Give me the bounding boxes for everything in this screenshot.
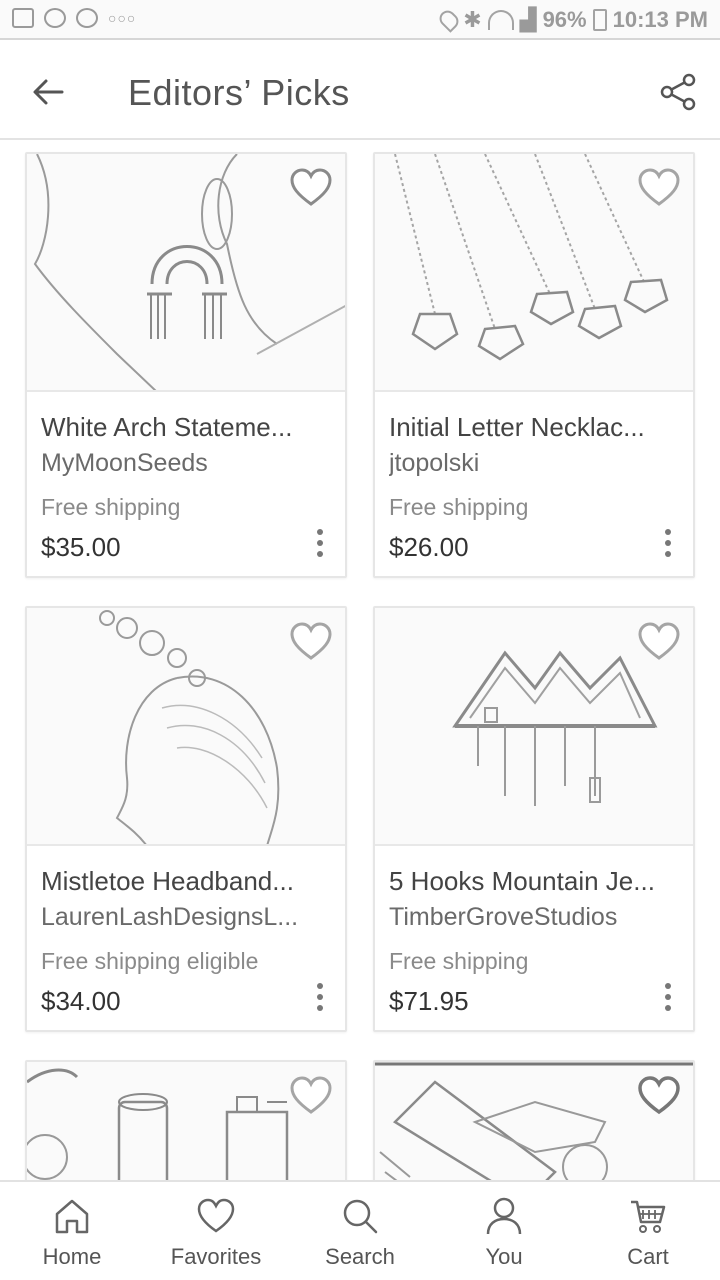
bluetooth-icon: ✱ bbox=[463, 7, 482, 32]
shop-name: TimberGroveStudios bbox=[389, 903, 618, 931]
shop-name: MyMoonSeeds bbox=[41, 449, 208, 477]
listing-info: White Arch Stateme... MyMoonSeeds Free s… bbox=[27, 392, 345, 576]
page-title: Editors’ Picks bbox=[128, 72, 350, 113]
battery-icon bbox=[592, 9, 607, 31]
more-options-icon[interactable] bbox=[315, 528, 325, 558]
more-options-icon[interactable] bbox=[663, 528, 673, 558]
nav-you[interactable]: You bbox=[432, 1182, 576, 1280]
more-options-icon[interactable] bbox=[663, 982, 673, 1012]
favorite-heart-icon[interactable] bbox=[289, 622, 333, 662]
listing-card[interactable]: 5 Hooks Mountain Je... TimberGroveStudio… bbox=[373, 606, 695, 1032]
arrow-left-icon[interactable] bbox=[28, 72, 68, 112]
listing-title: Initial Letter Necklac... bbox=[389, 412, 645, 442]
price: $26.00 bbox=[389, 532, 469, 562]
listing-card[interactable] bbox=[25, 1060, 347, 1180]
nav-favorites-label: Favorites bbox=[170, 1244, 262, 1269]
listing-title: White Arch Stateme... bbox=[41, 412, 293, 442]
clock: 10:13 PM bbox=[612, 7, 708, 32]
location-icon bbox=[436, 7, 462, 33]
search-icon bbox=[343, 1199, 378, 1234]
favorite-heart-icon[interactable] bbox=[289, 168, 333, 208]
notification-icons: ○○○ bbox=[12, 8, 136, 28]
system-icons: ✱ ▟ 96% 10:13 PM bbox=[436, 7, 708, 33]
app-bar: Editors’ Picks bbox=[0, 42, 720, 140]
more-notifications-icon: ○○○ bbox=[108, 10, 137, 26]
headband-image[interactable] bbox=[27, 608, 345, 846]
shop-name: LaurenLashDesignsL... bbox=[41, 903, 299, 931]
signal-icon: ▟ bbox=[519, 7, 537, 32]
shipping-label: Free shipping eligible bbox=[41, 948, 259, 974]
nav-cart-label: Cart bbox=[627, 1244, 669, 1269]
nav-you-label: You bbox=[485, 1244, 523, 1269]
nav-favorites[interactable]: Favorites bbox=[144, 1182, 288, 1280]
nav-search[interactable]: Search bbox=[288, 1182, 432, 1280]
share-icon[interactable] bbox=[658, 72, 698, 112]
heart-icon bbox=[197, 1198, 235, 1233]
listing-card[interactable]: Initial Letter Necklac... jtopolski Free… bbox=[373, 152, 695, 578]
listing-card[interactable]: White Arch Stateme... MyMoonSeeds Free s… bbox=[25, 152, 347, 578]
favorite-heart-icon[interactable] bbox=[289, 1076, 333, 1116]
pouch-image[interactable] bbox=[375, 1062, 693, 1180]
listing-title: 5 Hooks Mountain Je... bbox=[389, 866, 655, 896]
listing-card[interactable] bbox=[373, 1060, 695, 1180]
price: $35.00 bbox=[41, 532, 121, 562]
favorite-heart-icon[interactable] bbox=[637, 622, 681, 662]
user-icon bbox=[486, 1197, 522, 1235]
listing-title: Mistletoe Headband... bbox=[41, 866, 294, 896]
home-icon bbox=[55, 1199, 89, 1234]
price: $34.00 bbox=[41, 986, 121, 1016]
more-options-icon[interactable] bbox=[315, 982, 325, 1012]
letter-necklaces-image[interactable] bbox=[375, 154, 693, 392]
gallery-icon bbox=[12, 8, 34, 28]
shipping-label: Free shipping bbox=[389, 948, 529, 974]
shop-name: jtopolski bbox=[389, 449, 480, 477]
shipping-label: Free shipping bbox=[41, 494, 181, 520]
battery-level: 96% bbox=[542, 7, 587, 32]
mountain-shelf-image[interactable] bbox=[375, 608, 693, 846]
listing-info: Initial Letter Necklac... jtopolski Free… bbox=[375, 392, 693, 576]
candles-image[interactable] bbox=[27, 1062, 345, 1180]
shipping-label: Free shipping bbox=[389, 494, 529, 520]
sync-icon bbox=[76, 8, 98, 28]
listing-card[interactable]: Mistletoe Headband... LaurenLashDesignsL… bbox=[25, 606, 347, 1032]
nav-home[interactable]: Home bbox=[0, 1182, 144, 1280]
listing-info: Mistletoe Headband... LaurenLashDesignsL… bbox=[27, 846, 345, 1030]
nav-search-label: Search bbox=[325, 1244, 395, 1269]
cart-icon bbox=[631, 1200, 666, 1233]
earring-arch-image[interactable] bbox=[27, 154, 345, 392]
status-bar: ○○○ ✱ ▟ 96% 10:13 PM bbox=[0, 0, 720, 40]
price: $71.95 bbox=[389, 986, 469, 1016]
listing-grid: White Arch Stateme... MyMoonSeeds Free s… bbox=[0, 140, 720, 1180]
bottom-navigation: Home Favorites Search You Cart bbox=[0, 1180, 720, 1280]
nav-cart[interactable]: Cart bbox=[576, 1182, 720, 1280]
nav-home-label: Home bbox=[42, 1244, 102, 1269]
pinwheel-icon bbox=[44, 8, 66, 28]
wifi-icon bbox=[487, 10, 514, 30]
listing-info: 5 Hooks Mountain Je... TimberGroveStudio… bbox=[375, 846, 693, 1030]
favorite-heart-icon[interactable] bbox=[637, 1076, 681, 1116]
favorite-heart-icon[interactable] bbox=[637, 168, 681, 208]
